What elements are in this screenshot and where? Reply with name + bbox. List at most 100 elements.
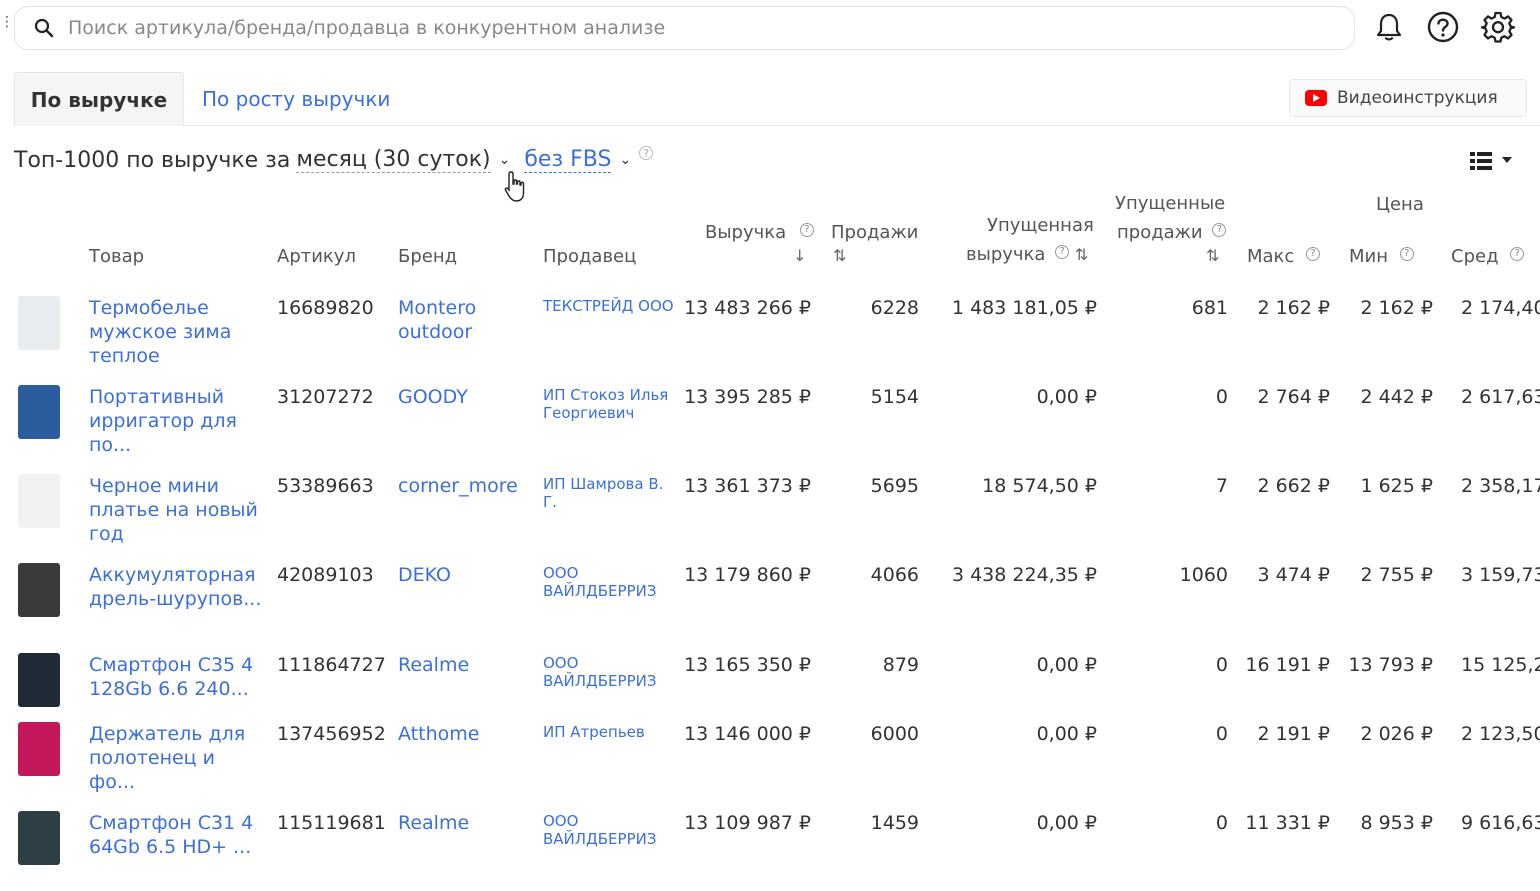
col-lost-sales-2: продажи ?	[1117, 222, 1227, 243]
sort-icon[interactable]: ⇅	[1075, 245, 1088, 264]
table-row[interactable]: Термобелье мужское зима теплое 16689820 …	[0, 296, 1540, 376]
brand-link[interactable]: corner_more	[398, 474, 538, 498]
brand-link[interactable]: Montero outdoor	[398, 296, 538, 344]
sales-cell: 879	[882, 654, 919, 676]
table-row[interactable]: Черное мини платье на новый год 53389663…	[0, 474, 1540, 554]
col-product: Товар	[89, 246, 145, 267]
help-circle-icon[interactable]: ?	[1212, 223, 1227, 237]
col-lost-revenue[interactable]: Упущенная	[987, 215, 1094, 236]
price-max-cell: 2 191 ₽	[1257, 723, 1330, 745]
sales-cell: 6000	[870, 723, 919, 745]
price-avg-cell: 3 159,73	[1461, 564, 1540, 586]
product-thumbnail[interactable]	[18, 722, 60, 776]
product-link[interactable]: Портативный ирригатор для по...	[89, 385, 264, 457]
price-max-cell: 3 474 ₽	[1257, 564, 1330, 586]
table-row[interactable]: Держатель для полотенец и фо... 13745695…	[0, 722, 1540, 802]
price-avg-cell: 2 123,50	[1461, 723, 1540, 745]
article-cell: 53389663	[277, 475, 374, 497]
col-price-min[interactable]: Мин ?	[1349, 246, 1414, 267]
bell-icon[interactable]	[1372, 10, 1406, 44]
brand-link[interactable]: Atthome	[398, 722, 538, 746]
product-thumbnail[interactable]	[18, 563, 60, 617]
list-view-icon[interactable]	[1470, 150, 1516, 172]
lost-revenue-cell: 0,00 ₽	[1036, 386, 1097, 408]
seller-link[interactable]: ООО ВАЙЛДБЕРРИЗ	[543, 564, 678, 600]
brand-link[interactable]: Realme	[398, 653, 538, 677]
revenue-cell: 13 165 350 ₽	[684, 654, 811, 676]
product-link[interactable]: Держатель для полотенец и фо...	[89, 722, 264, 794]
col-lost-sales[interactable]: Упущенные	[1115, 193, 1225, 214]
video-instruction-button[interactable]: Видеоинструкция	[1289, 79, 1527, 117]
price-min-cell: 2 026 ₽	[1360, 723, 1433, 745]
help-circle-icon[interactable]: ?	[1399, 247, 1414, 261]
search-input[interactable]	[68, 17, 1268, 39]
seller-link[interactable]: ООО ВАЙЛДБЕРРИЗ	[543, 654, 678, 690]
seller-link[interactable]: ИП Атрепьев	[543, 723, 678, 741]
col-revenue[interactable]: Выручка ?	[705, 222, 814, 243]
brand-link[interactable]: Realme	[398, 811, 538, 835]
price-max-cell: 16 191 ₽	[1245, 654, 1330, 676]
top-bar: ⋮	[0, 0, 1540, 60]
table-row[interactable]: Смартфон C31 4 64Gb 6.5 HD+ ... 11511968…	[0, 811, 1540, 891]
product-thumbnail[interactable]	[18, 296, 60, 350]
lost-revenue-cell: 0,00 ₽	[1036, 812, 1097, 834]
col-sales[interactable]: Продажи	[831, 222, 918, 243]
table-row[interactable]: Аккумуляторная дрель-шурупов... 42089103…	[0, 563, 1540, 643]
seller-link[interactable]: ИП Стокоз Илья Георгиевич	[543, 386, 678, 422]
sort-desc-icon[interactable]: ↓	[793, 246, 806, 265]
price-min-cell: 1 625 ₽	[1360, 475, 1433, 497]
chevron-down-icon[interactable]: ⌄	[499, 152, 511, 168]
product-thumbnail[interactable]	[18, 474, 60, 528]
col-price-max-label: Макс	[1247, 246, 1295, 267]
sort-icon[interactable]: ⇅	[833, 246, 846, 265]
col-brand: Бренд	[398, 246, 458, 267]
tab-by-revenue[interactable]: По выручке	[14, 72, 184, 126]
help-circle-icon[interactable]: ?	[799, 223, 814, 237]
help-icon[interactable]	[1426, 10, 1460, 44]
revenue-cell: 13 146 000 ₽	[684, 723, 811, 745]
price-min-cell: 2 162 ₽	[1360, 297, 1433, 319]
col-revenue-label: Выручка	[705, 222, 787, 243]
help-circle-icon[interactable]: ?	[1306, 247, 1321, 261]
chevron-down-icon[interactable]: ⌄	[619, 152, 631, 168]
help-circle-icon[interactable]: ?	[1055, 245, 1070, 259]
product-link[interactable]: Аккумуляторная дрель-шурупов...	[89, 563, 264, 611]
gear-icon[interactable]	[1481, 10, 1515, 44]
menu-grip-icon[interactable]: ⋮	[0, 15, 14, 29]
product-thumbnail[interactable]	[18, 653, 60, 707]
price-max-cell: 2 764 ₽	[1257, 386, 1330, 408]
price-min-cell: 2 442 ₽	[1360, 386, 1433, 408]
col-price-avg-label: Сред	[1451, 246, 1499, 267]
price-min-cell: 8 953 ₽	[1360, 812, 1433, 834]
product-link[interactable]: Смартфон C31 4 64Gb 6.5 HD+ ...	[89, 811, 264, 859]
period-dropdown[interactable]: месяц (30 суток)	[296, 147, 491, 173]
product-thumbnail[interactable]	[18, 811, 60, 865]
sort-icon[interactable]: ⇅	[1206, 246, 1219, 265]
seller-link[interactable]: ИП Шамрова В. Г.	[543, 475, 678, 511]
search-box[interactable]	[14, 6, 1355, 50]
brand-link[interactable]: DEKO	[398, 563, 538, 587]
revenue-cell: 13 361 373 ₽	[684, 475, 811, 497]
revenue-cell: 13 395 285 ₽	[684, 386, 811, 408]
col-price-max[interactable]: Макс ?	[1247, 246, 1321, 267]
tab-by-revenue-growth[interactable]: По росту выручки	[202, 72, 390, 126]
product-thumbnail[interactable]	[18, 385, 60, 439]
price-avg-cell: 2 617,63	[1461, 386, 1540, 408]
seller-link[interactable]: ТЕКСТРЕЙД ООО	[543, 297, 678, 315]
fbs-dropdown[interactable]: без FBS	[524, 147, 612, 173]
lost-sales-cell: 0	[1215, 812, 1228, 834]
product-link[interactable]: Смартфон C35 4 128Gb 6.6 240...	[89, 653, 264, 701]
seller-link[interactable]: ООО ВАЙЛДБЕРРИЗ	[543, 812, 678, 848]
help-circle-icon[interactable]: ?	[1510, 247, 1525, 261]
col-price-avg[interactable]: Сред ?	[1451, 246, 1525, 267]
article-cell: 31207272	[277, 386, 374, 408]
table-row[interactable]: Портативный ирригатор для по... 31207272…	[0, 385, 1540, 465]
revenue-cell: 13 179 860 ₽	[684, 564, 811, 586]
lost-revenue-cell: 3 438 224,35 ₽	[951, 564, 1097, 586]
product-link[interactable]: Термобелье мужское зима теплое	[89, 296, 264, 368]
table-row[interactable]: Смартфон C35 4 128Gb 6.6 240... 11186472…	[0, 653, 1540, 733]
brand-link[interactable]: GOODY	[398, 385, 538, 409]
product-link[interactable]: Черное мини платье на новый год	[89, 474, 264, 546]
lost-revenue-cell: 1 483 181,05 ₽	[951, 297, 1097, 319]
help-circle-icon[interactable]: ?	[639, 146, 654, 160]
